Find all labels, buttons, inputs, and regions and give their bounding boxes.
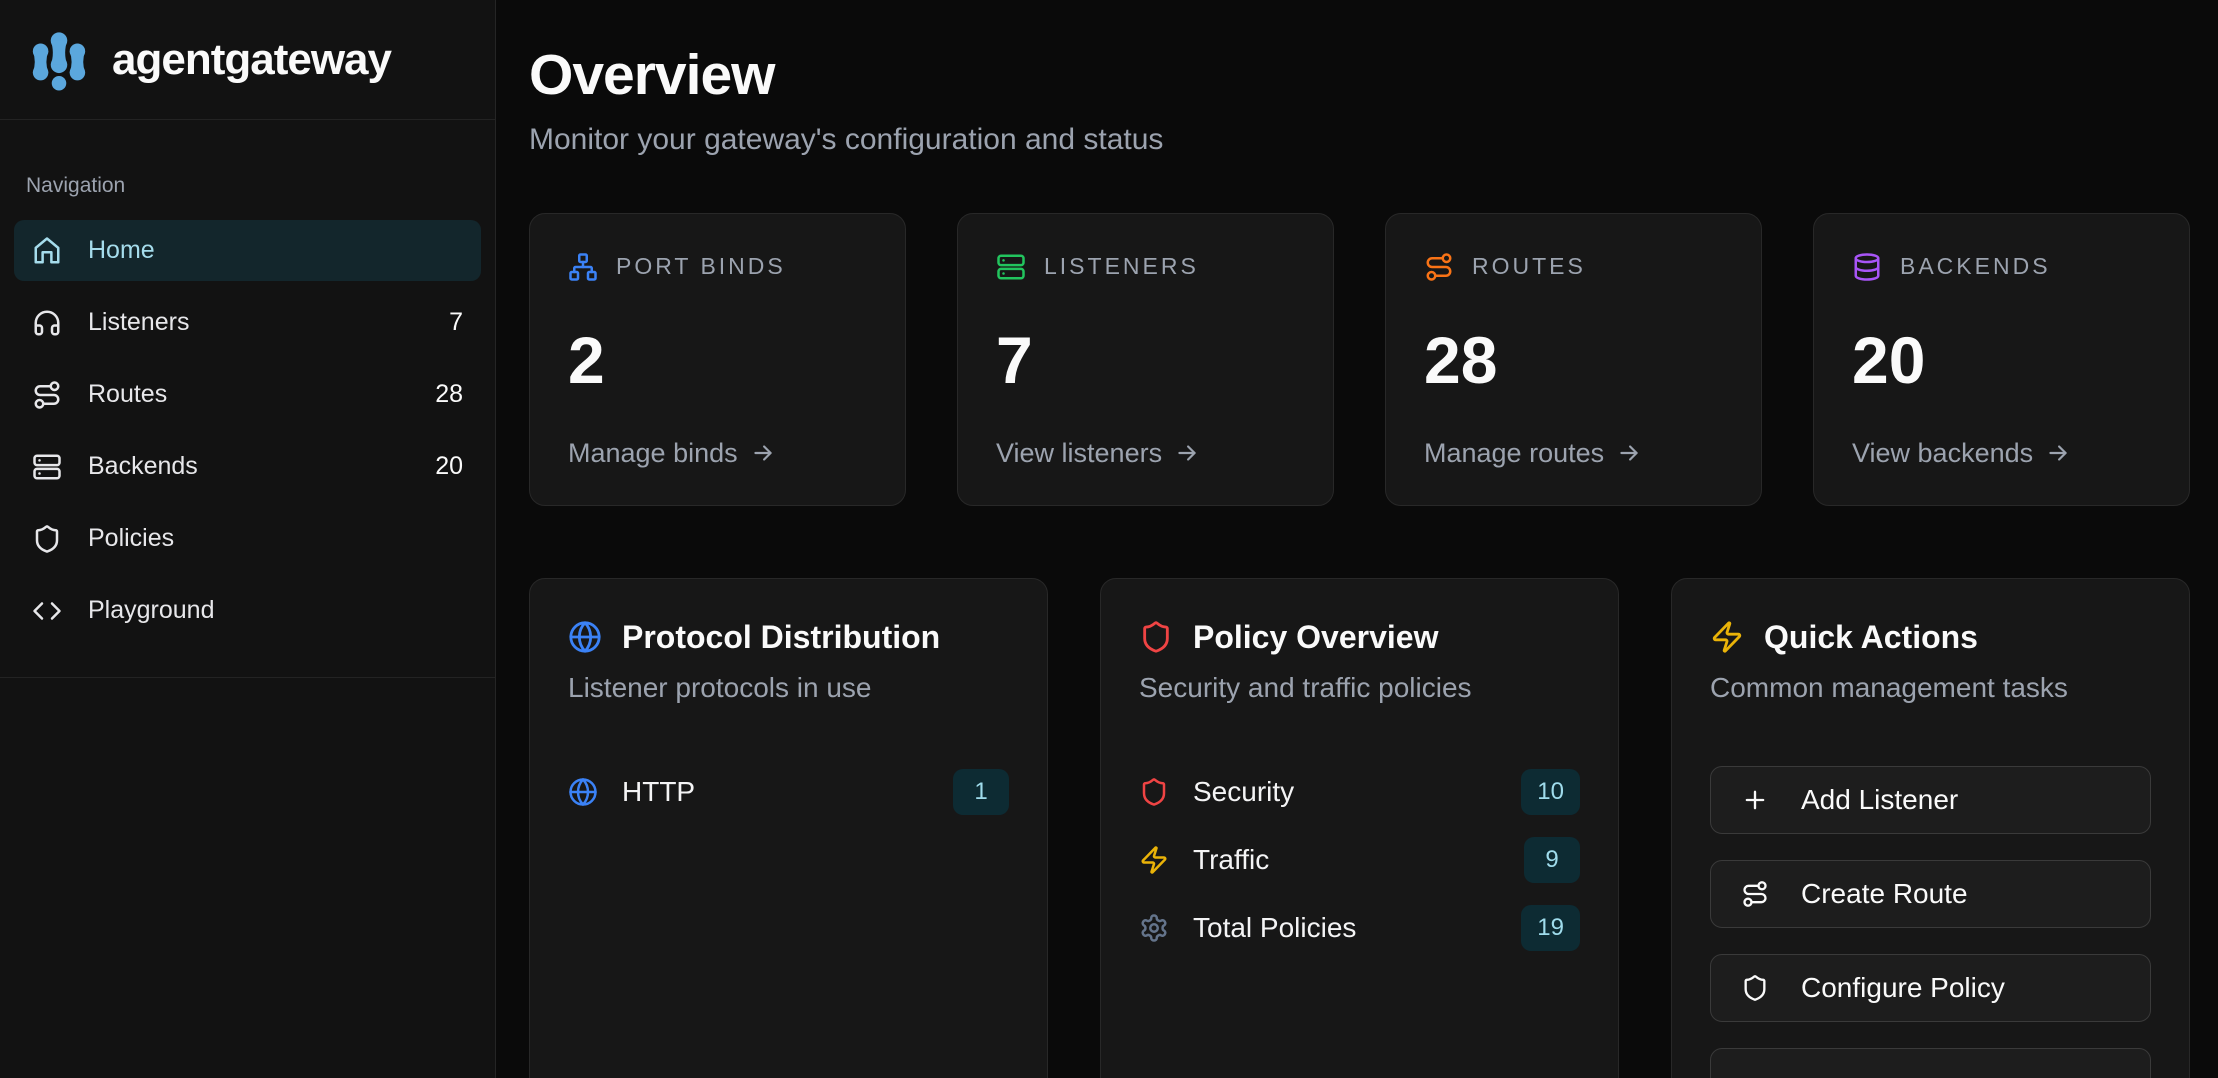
shield-icon (1741, 974, 1769, 1002)
main-content: Overview Monitor your gateway's configur… (496, 0, 2218, 1078)
sidebar-item-listeners[interactable]: Listeners 7 (14, 292, 481, 353)
protocol-count-badge: 1 (953, 769, 1009, 815)
route-icon (1741, 880, 1769, 908)
policy-count-badge: 9 (1524, 837, 1580, 883)
stat-value: 7 (996, 322, 1295, 398)
network-icon (568, 252, 598, 282)
stat-link-label: Manage binds (568, 438, 738, 469)
agentgateway-logo-icon (28, 29, 90, 91)
add-listener-button[interactable]: Add Listener (1710, 766, 2151, 834)
sidebar-item-label: Playground (88, 596, 214, 625)
server-icon (32, 452, 62, 482)
server-icon (996, 252, 1026, 282)
panel-subtitle: Common management tasks (1710, 672, 2151, 704)
stat-link-label: View listeners (996, 438, 1162, 469)
policy-label: Total Policies (1193, 912, 1356, 944)
arrow-right-icon (2045, 440, 2071, 466)
plus-icon (1741, 786, 1769, 814)
sidebar: agentgateway Navigation Home Listeners 7… (0, 0, 496, 1078)
policy-label: Traffic (1193, 844, 1269, 876)
policy-row-security: Security 10 (1139, 768, 1580, 816)
stat-card-listeners: LISTENERS 7 View listeners (957, 213, 1334, 506)
policy-overview-card: Policy Overview Security and traffic pol… (1100, 578, 1619, 1078)
quick-actions-card: Quick Actions Common management tasks Ad… (1671, 578, 2190, 1078)
stat-label: BACKENDS (1900, 253, 2051, 280)
stat-card-routes: ROUTES 28 Manage routes (1385, 213, 1762, 506)
nav-section-label: Navigation (26, 174, 481, 198)
sidebar-item-playground[interactable]: Playground (14, 580, 481, 641)
stat-card-port-binds: PORT BINDS 2 Manage binds (529, 213, 906, 506)
panel-title: Quick Actions (1764, 619, 1978, 656)
code-icon (32, 596, 62, 626)
panel-subtitle: Security and traffic policies (1139, 672, 1580, 704)
database-icon (1852, 252, 1882, 282)
arrow-right-icon (1174, 440, 1200, 466)
manage-routes-link[interactable]: Manage routes (1424, 438, 1723, 469)
stat-value: 28 (1424, 322, 1723, 398)
sidebar-item-count: 7 (449, 308, 463, 337)
action-button-label: Configure Policy (1801, 972, 2005, 1004)
globe-icon (568, 620, 602, 654)
sidebar-item-label: Backends (88, 452, 198, 481)
sidebar-item-count: 28 (435, 380, 463, 409)
sidebar-item-backends[interactable]: Backends 20 (14, 436, 481, 497)
zap-icon (1139, 845, 1169, 875)
page-title: Overview (529, 44, 2190, 107)
view-listeners-link[interactable]: View listeners (996, 438, 1295, 469)
stat-label: LISTENERS (1044, 253, 1199, 280)
sidebar-item-label: Listeners (88, 308, 189, 337)
sidebar-item-label: Routes (88, 380, 167, 409)
gear-icon (1139, 913, 1169, 943)
create-route-button[interactable]: Create Route (1710, 860, 2151, 928)
sidebar-item-label: Home (88, 236, 155, 265)
panels-grid: Protocol Distribution Listener protocols… (529, 578, 2190, 1078)
panel-title: Policy Overview (1193, 619, 1438, 656)
sidebar-item-routes[interactable]: Routes 28 (14, 364, 481, 425)
stat-link-label: View backends (1852, 438, 2033, 469)
sidebar-item-label: Policies (88, 524, 174, 553)
quick-action-button-partial[interactable] (1710, 1048, 2151, 1078)
protocol-row-http: HTTP 1 (568, 768, 1009, 816)
stat-link-label: Manage routes (1424, 438, 1604, 469)
page-subtitle: Monitor your gateway's configuration and… (529, 123, 2190, 157)
stat-card-backends: BACKENDS 20 View backends (1813, 213, 2190, 506)
protocol-distribution-card: Protocol Distribution Listener protocols… (529, 578, 1048, 1078)
policy-row-traffic: Traffic 9 (1139, 836, 1580, 884)
app-title: agentgateway (112, 35, 391, 85)
configure-policy-button[interactable]: Configure Policy (1710, 954, 2151, 1022)
sidebar-divider (0, 677, 495, 678)
policy-row-total: Total Policies 19 (1139, 904, 1580, 952)
policy-count-badge: 10 (1521, 769, 1580, 815)
policy-count-badge: 19 (1521, 905, 1580, 951)
manage-binds-link[interactable]: Manage binds (568, 438, 867, 469)
protocol-label: HTTP (622, 776, 695, 808)
headphones-icon (32, 308, 62, 338)
sidebar-item-count: 20 (435, 452, 463, 481)
globe-icon (568, 777, 598, 807)
zap-icon (1710, 620, 1744, 654)
shield-icon (1139, 777, 1169, 807)
action-button-label: Create Route (1801, 878, 1968, 910)
stat-value: 20 (1852, 322, 2151, 398)
route-icon (32, 380, 62, 410)
home-icon (32, 236, 62, 266)
sidebar-item-home[interactable]: Home (14, 220, 481, 281)
sidebar-item-policies[interactable]: Policies (14, 508, 481, 569)
route-icon (1424, 252, 1454, 282)
shield-icon (32, 524, 62, 554)
panel-title: Protocol Distribution (622, 619, 940, 656)
arrow-right-icon (750, 440, 776, 466)
stats-grid: PORT BINDS 2 Manage binds LISTENERS 7 Vi… (529, 213, 2190, 506)
policy-label: Security (1193, 776, 1294, 808)
arrow-right-icon (1616, 440, 1642, 466)
view-backends-link[interactable]: View backends (1852, 438, 2151, 469)
logo[interactable]: agentgateway (0, 0, 495, 120)
sidebar-nav: Home Listeners 7 Routes 28 Backends 20 P… (14, 220, 481, 641)
stat-value: 2 (568, 322, 867, 398)
stat-label: PORT BINDS (616, 253, 786, 280)
stat-label: ROUTES (1472, 253, 1586, 280)
action-button-label: Add Listener (1801, 784, 1958, 816)
shield-icon (1139, 620, 1173, 654)
panel-subtitle: Listener protocols in use (568, 672, 1009, 704)
